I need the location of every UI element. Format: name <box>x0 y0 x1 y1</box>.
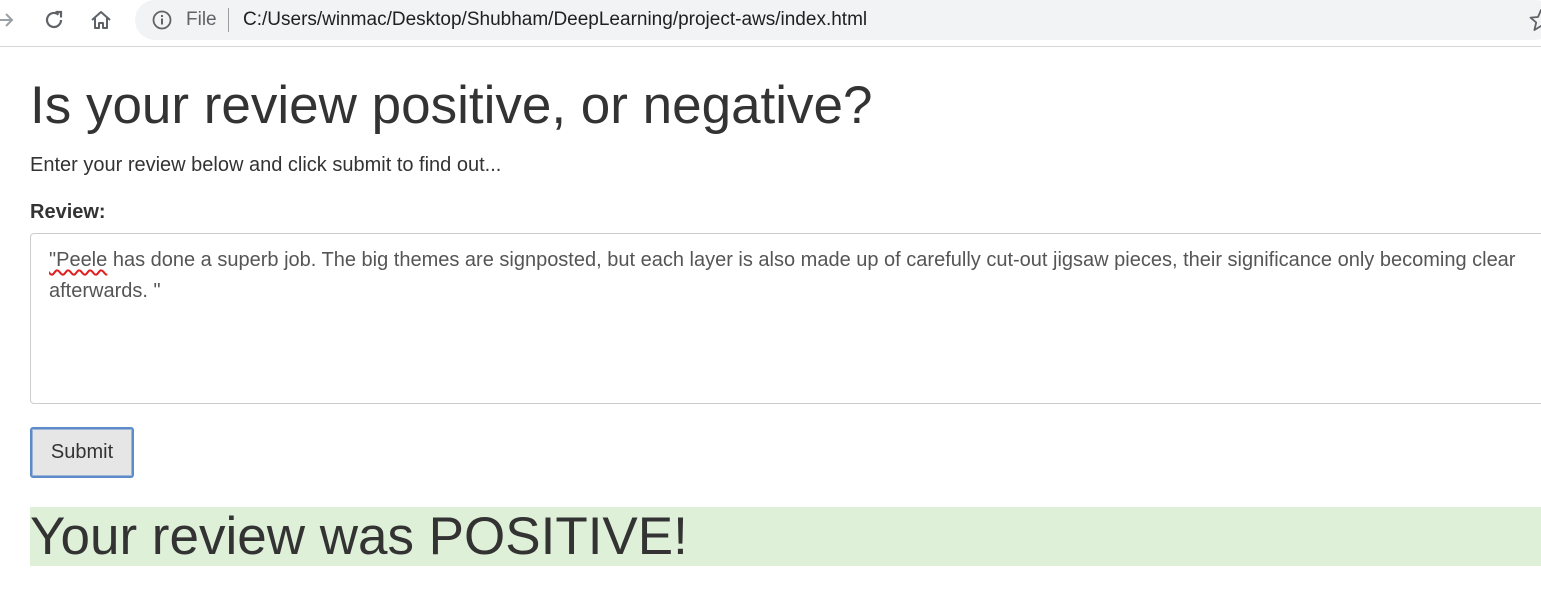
intro-text: Enter your review below and click submit… <box>30 154 502 176</box>
browser-toolbar: File C:/Users/winmac/Desktop/Shubham/Dee… <box>0 0 1541 47</box>
result-text: Your review was POSITIVE! <box>30 507 688 566</box>
review-text: has done a superb job. The big themes ar… <box>49 249 1522 302</box>
reload-icon[interactable] <box>41 7 67 33</box>
review-textarea[interactable]: "Peele has done a superb job. The big th… <box>30 233 1541 404</box>
page-title: Is your review positive, or negative? <box>30 76 873 135</box>
bookmark-star-icon[interactable] <box>1528 7 1541 33</box>
info-icon[interactable] <box>151 9 173 31</box>
scheme-label: File <box>186 9 217 30</box>
url-text[interactable]: C:/Users/winmac/Desktop/Shubham/DeepLear… <box>243 9 867 31</box>
forward-arrow-icon[interactable] <box>0 7 18 33</box>
result-banner: Your review was POSITIVE! <box>30 507 1541 566</box>
review-label: Review: <box>30 201 106 223</box>
home-icon[interactable] <box>88 7 114 33</box>
review-first-word: "Peele <box>49 249 108 271</box>
address-divider <box>228 8 229 32</box>
submit-button[interactable]: Submit <box>30 427 134 478</box>
